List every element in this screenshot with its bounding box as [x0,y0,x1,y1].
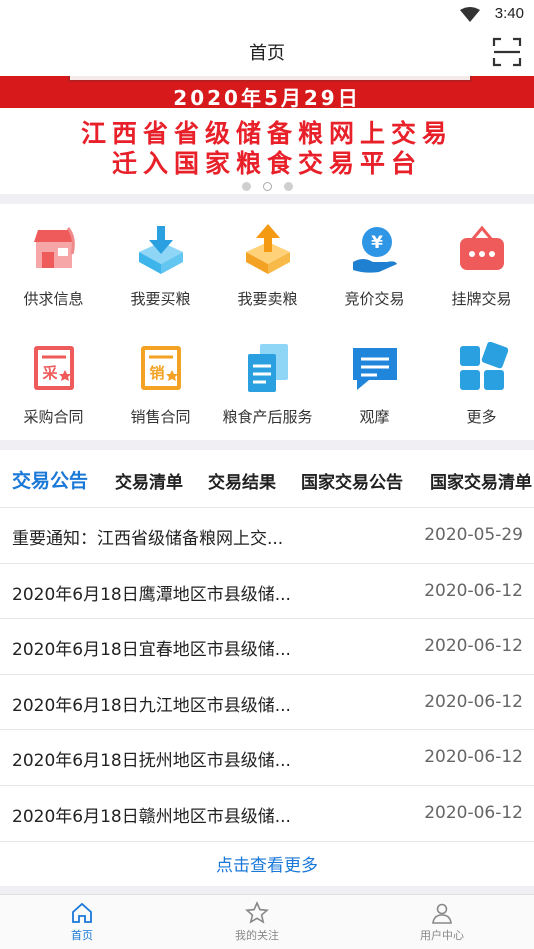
svg-text:销: 销 [149,364,164,382]
nav-user-center[interactable]: 用户中心 [382,901,502,943]
list-item[interactable]: 2020年6月18日鹰潭地区市县级储... 2020-06-12 [0,564,534,620]
grid-item-bidding[interactable]: ¥ 竞价交易 [321,204,428,322]
banner-headline-2: 迁入国家粮食交易平台 [111,149,422,178]
grid-item-label: 我要买粮 [130,290,191,308]
notice-date: 2020-06-12 [424,580,523,601]
notice-title: 2020年6月18日鹰潭地区市县级储... [12,584,291,605]
grid-item-postharvest-service[interactable]: 粮食产后服务 [214,322,321,440]
star-icon [245,901,269,924]
list-item[interactable]: 2020年6月18日赣州地区市县级储... 2020-06-12 [0,786,534,842]
grid-item-more[interactable]: 更多 [428,322,534,440]
grid-item-label: 供求信息 [23,290,84,308]
nav-home[interactable]: 首页 [22,901,142,943]
grid-item-sales-contract[interactable]: 销 销售合同 [107,322,214,440]
notice-date: 2020-05-29 [424,525,523,545]
yuan-hand-icon: ¥ [353,227,397,273]
chat-bubble-icon [353,348,397,390]
notice-date: 2020-06-12 [424,747,523,768]
grid-item-label: 观摩 [359,408,390,426]
grid-item-label: 竞价交易 [344,290,405,308]
banner-date: 2020年5月29日 [173,86,361,110]
tab-national-notice[interactable]: 国家交易公告 [301,468,403,493]
grid-item-sell-grain[interactable]: 我要卖粮 [214,204,321,322]
carousel-dot[interactable] [241,182,251,191]
tab-trade-notice[interactable]: 交易公告 [12,466,88,493]
more-tiles-icon [460,342,508,390]
grid-item-observe[interactable]: 观摩 [321,322,428,440]
function-grid: 供求信息 我要买粮 我要卖粮 ¥ 竞价交易 挂牌交易 采 采购合同 销 销售合同… [0,204,534,440]
notice-title: 2020年6月18日九江地区市县级储... [12,695,291,716]
nav-label: 我的关注 [235,929,279,942]
list-item[interactable]: 重要通知：江西省级储备粮网上交... 2020-05-29 [0,508,534,564]
scan-icon[interactable] [492,37,522,67]
page-title: 首页 [249,43,285,64]
tab-trade-list[interactable]: 交易清单 [115,468,183,493]
wifi-icon [460,7,480,22]
grid-item-label: 更多 [466,408,497,426]
documents-icon [248,344,288,392]
list-item[interactable]: 2020年6月18日抚州地区市县级储... 2020-06-12 [0,730,534,786]
home-icon [72,902,92,923]
grid-item-label: 我要卖粮 [237,290,298,308]
sales-contract-icon: 销 [141,346,181,390]
purchase-contract-icon: 采 [34,346,74,390]
carousel-dot[interactable] [283,182,293,191]
store-icon [34,227,75,268]
grid-item-label: 销售合同 [130,408,191,426]
grid-item-label: 挂牌交易 [451,290,512,308]
nav-my-follow[interactable]: 我的关注 [197,901,317,943]
nav-label: 用户中心 [420,929,464,942]
notice-title: 2020年6月18日赣州地区市县级储... [12,806,291,827]
tab-national-list[interactable]: 国家交易清单 [430,468,532,493]
status-time: 3:40 [494,5,524,22]
nav-label: 首页 [71,929,93,942]
notice-date: 2020-06-12 [424,802,523,823]
carousel-dot-active[interactable] [262,182,272,191]
grid-item-purchase-contract[interactable]: 采 采购合同 [0,322,107,440]
grid-item-buy-grain[interactable]: 我要买粮 [107,204,214,322]
banner-carousel[interactable]: 2020年5月29日 江西省省级储备粮网上交易 迁入国家粮食交易平台 [0,76,534,194]
svg-text:¥: ¥ [371,233,383,253]
notice-title: 重要通知：江西省级储备粮网上交... [12,529,284,549]
list-item[interactable]: 2020年6月18日九江地区市县级储... 2020-06-12 [0,675,534,731]
bottom-navigation: 首页 我的关注 用户中心 [0,894,534,949]
top-header: 首页 [0,28,534,76]
download-box-icon [139,226,183,274]
svg-text:采: 采 [41,364,58,382]
upload-box-icon [246,224,290,274]
list-item[interactable]: 2020年6月18日宜春地区市县级储... 2020-06-12 [0,619,534,675]
notice-tabs: 交易公告 交易清单 交易结果 国家交易公告 国家交易清单 [0,450,534,508]
status-bar: 3:40 [0,0,534,28]
notice-title: 2020年6月18日抚州地区市县级储... [12,751,291,772]
grid-item-label: 粮食产后服务 [222,408,313,426]
grid-item-listing[interactable]: 挂牌交易 [428,204,534,322]
notice-title: 2020年6月18日宜春地区市县级储... [12,640,291,661]
view-more-link[interactable]: 点击查看更多 [0,842,534,886]
user-icon [432,903,452,924]
grid-item-supply-demand[interactable]: 供求信息 [0,204,107,322]
notice-list: 重要通知：江西省级储备粮网上交... 2020-05-29 2020年6月18日… [0,508,534,842]
notice-date: 2020-06-12 [424,691,523,712]
carousel-indicator [0,176,534,194]
grid-item-label: 采购合同 [23,408,84,426]
notice-date: 2020-06-12 [424,636,523,657]
hanging-sign-icon [460,225,504,270]
tab-trade-result[interactable]: 交易结果 [208,468,276,493]
